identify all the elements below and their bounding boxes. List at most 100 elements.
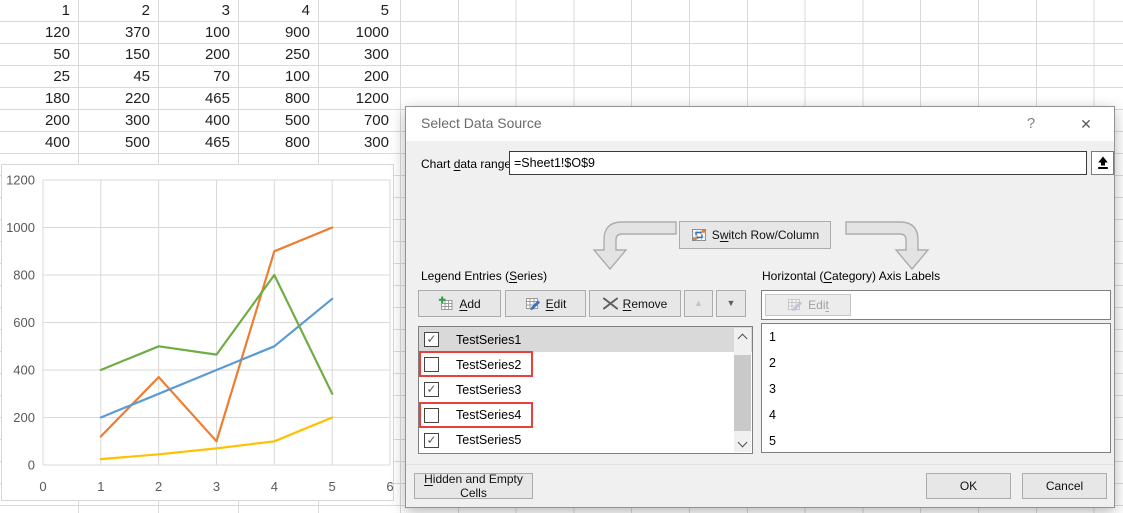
spreadsheet-cell[interactable]: 200 xyxy=(0,110,78,132)
spreadsheet-cell[interactable]: 220 xyxy=(78,88,158,110)
edit-axis-labels-button[interactable]: Edit xyxy=(765,294,851,316)
axis-label-item[interactable]: 3 xyxy=(762,376,1110,402)
spreadsheet-cell[interactable]: 300 xyxy=(318,44,397,66)
y-tick-label: 400 xyxy=(13,363,35,378)
series-rows: ✓TestSeries1 TestSeries2 ✓ TestSeries3 TestS… xyxy=(419,327,752,453)
close-icon[interactable]: ✕ xyxy=(1071,112,1101,136)
spreadsheet-cell[interactable]: 70 xyxy=(158,66,238,88)
remove-series-button[interactable]: Remove xyxy=(589,290,681,317)
scrollbar-thumb[interactable] xyxy=(734,355,751,431)
axis-label-item[interactable]: 2 xyxy=(762,350,1110,376)
spreadsheet-cell[interactable]: 200 xyxy=(318,66,397,88)
spreadsheet-cell[interactable]: 45 xyxy=(78,66,158,88)
edit-axis-button-label: Edit xyxy=(808,298,829,312)
spreadsheet-cell[interactable]: 465 xyxy=(158,88,238,110)
edit-icon xyxy=(525,296,541,312)
x-tick-label: 6 xyxy=(386,479,393,494)
spreadsheet-cell[interactable]: 50 xyxy=(0,44,78,66)
series-label: TestSeries3 xyxy=(456,383,521,397)
spreadsheet-cell[interactable]: 150 xyxy=(78,44,158,66)
switch-row-column-button[interactable]: Switch Row/Column xyxy=(679,221,831,249)
spreadsheet-cell[interactable]: 100 xyxy=(158,22,238,44)
ok-button[interactable]: OK xyxy=(926,473,1011,499)
chart-object[interactable]: 0200400600800100012000123456 xyxy=(1,164,394,501)
collapse-dialog-button[interactable] xyxy=(1091,151,1114,175)
spreadsheet-cell[interactable]: 1200 xyxy=(318,88,397,110)
y-tick-label: 0 xyxy=(28,458,35,473)
x-tick-label: 1 xyxy=(97,479,104,494)
scroll-down-button[interactable] xyxy=(734,436,751,452)
scroll-up-button[interactable] xyxy=(734,328,751,344)
move-series-up-button[interactable]: ▲ xyxy=(684,290,713,317)
add-series-button[interactable]: Add xyxy=(418,290,501,317)
spreadsheet-cell[interactable]: 400 xyxy=(158,110,238,132)
remove-icon xyxy=(603,297,618,310)
spreadsheet-cell[interactable]: 300 xyxy=(78,110,158,132)
series-label: TestSeries2 xyxy=(456,358,521,372)
spreadsheet-cell[interactable]: 1 xyxy=(0,0,78,22)
spreadsheet-cell[interactable]: 25 xyxy=(0,66,78,88)
spreadsheet-cell[interactable]: 700 xyxy=(318,110,397,132)
hidden-and-empty-cells-button[interactable]: Hidden and Empty Cells xyxy=(414,473,533,499)
excel-workspace: 1234512037010090010005015020025030025457… xyxy=(0,0,1123,513)
dialog-title: Select Data Source xyxy=(421,115,542,131)
series-checkbox[interactable] xyxy=(424,408,439,423)
chevron-down-icon xyxy=(738,438,748,448)
series-row[interactable]: ✓ TestSeries5 xyxy=(419,428,752,453)
spreadsheet-cell[interactable]: 250 xyxy=(238,44,318,66)
spreadsheet-cell[interactable]: 100 xyxy=(238,66,318,88)
series-row[interactable]: ✓TestSeries1 xyxy=(419,327,752,352)
edit-icon-disabled xyxy=(787,297,803,313)
spreadsheet-cell[interactable]: 500 xyxy=(78,132,158,154)
cancel-button[interactable]: Cancel xyxy=(1022,473,1107,499)
series-checkbox[interactable]: ✓ xyxy=(424,433,439,448)
y-tick-label: 800 xyxy=(13,268,35,283)
edit-button-label: Edit xyxy=(546,297,567,311)
series-label: TestSeries5 xyxy=(456,433,521,447)
spreadsheet-cell[interactable]: 180 xyxy=(0,88,78,110)
spreadsheet-cell[interactable]: 500 xyxy=(238,110,318,132)
axis-label-item[interactable]: 5 xyxy=(762,428,1110,453)
series-checkbox[interactable] xyxy=(424,357,439,372)
series-row[interactable]: TestSeries4 xyxy=(419,403,752,428)
switch-row-column-icon xyxy=(691,227,707,243)
spreadsheet-cell[interactable]: 370 xyxy=(78,22,158,44)
spreadsheet-cell[interactable]: 1000 xyxy=(318,22,397,44)
move-series-down-button[interactable]: ▼ xyxy=(716,290,746,317)
series-scrollbar[interactable] xyxy=(734,328,751,452)
dialog-titlebar[interactable]: Select Data Source ? ✕ xyxy=(406,107,1114,141)
axis-label-item[interactable]: 1 xyxy=(762,324,1110,350)
edit-series-button[interactable]: Edit xyxy=(505,290,586,317)
series-row[interactable]: ✓ TestSeries3 xyxy=(419,377,752,402)
chart-data-range-input[interactable] xyxy=(509,151,1087,175)
triangle-up-icon: ▲ xyxy=(694,299,703,308)
y-tick-label: 600 xyxy=(13,315,35,330)
series-checkbox[interactable]: ✓ xyxy=(424,382,439,397)
spreadsheet-cell[interactable]: 120 xyxy=(0,22,78,44)
series-label: TestSeries4 xyxy=(456,408,521,422)
help-icon[interactable]: ? xyxy=(1016,112,1046,136)
spreadsheet-cell[interactable]: 2 xyxy=(78,0,158,22)
series-checkbox[interactable]: ✓ xyxy=(424,332,439,347)
spreadsheet-cell[interactable]: 900 xyxy=(238,22,318,44)
switch-row-column-label: Switch Row/Column xyxy=(712,228,819,242)
spreadsheet-cell[interactable]: 4 xyxy=(238,0,318,22)
x-tick-label: 5 xyxy=(329,479,336,494)
spreadsheet-cell[interactable]: 200 xyxy=(158,44,238,66)
axis-label-item[interactable]: 4 xyxy=(762,402,1110,428)
select-data-source-dialog: Select Data Source ? ✕ Chart data range: xyxy=(405,106,1115,508)
y-tick-label: 1000 xyxy=(6,220,35,235)
spreadsheet-cell[interactable]: 800 xyxy=(238,88,318,110)
spreadsheet-cell[interactable]: 300 xyxy=(318,132,397,154)
spreadsheet-cell[interactable]: 5 xyxy=(318,0,397,22)
curved-arrow-right-icon xyxy=(845,217,931,273)
spreadsheet-cell[interactable]: 400 xyxy=(0,132,78,154)
series-row[interactable]: TestSeries2 xyxy=(419,352,752,377)
spreadsheet-cell[interactable]: 465 xyxy=(158,132,238,154)
spreadsheet-cell[interactable]: 3 xyxy=(158,0,238,22)
series-listbox: ✓TestSeries1 TestSeries2 ✓ TestSeries3 TestS… xyxy=(418,326,753,454)
y-tick-label: 200 xyxy=(13,410,35,425)
footer-divider xyxy=(406,464,1114,465)
spreadsheet-cell[interactable]: 800 xyxy=(238,132,318,154)
x-tick-label: 2 xyxy=(155,479,162,494)
